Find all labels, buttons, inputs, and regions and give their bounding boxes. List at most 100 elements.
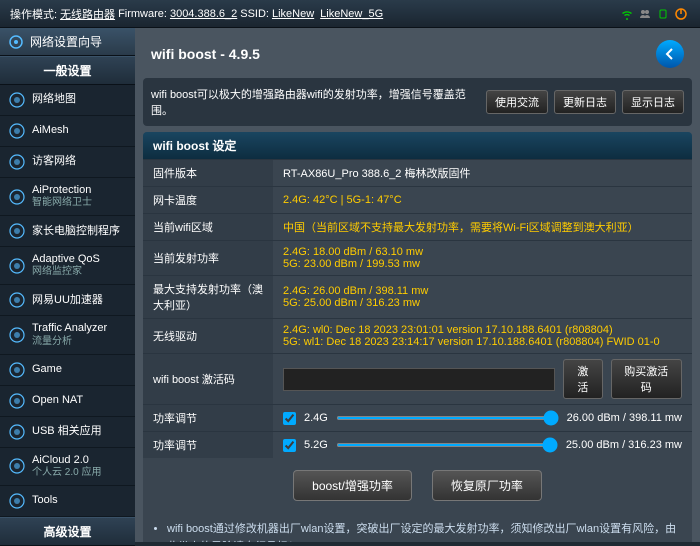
sidebar-item-sublabel: 网络监控家 xyxy=(32,266,100,278)
sidebar-item-label: 访客网络 xyxy=(32,155,76,168)
sidebar-item-globe[interactable]: 网络地图 xyxy=(0,85,135,116)
qos-icon xyxy=(8,257,26,275)
curpwr-value: 2.4G: 18.00 dBm / 63.10 mw5G: 23.00 dBm … xyxy=(273,241,692,276)
fw-label: 固件版本 xyxy=(143,160,273,187)
temp-label: 网卡温度 xyxy=(143,187,273,214)
usage-button[interactable]: 使用交流 xyxy=(486,90,548,114)
note-item: wifi boost通过修改机器出厂wlan设置，突破出厂设定的最大发射功率，须… xyxy=(167,521,682,542)
ssid-label: SSID: xyxy=(240,8,269,20)
wizard-button[interactable]: 网络设置向导 xyxy=(0,28,135,56)
description-text: wifi boost可以极大的增强路由器wifi的发射功率，增强信号覆盖范围。 xyxy=(151,86,480,118)
curpwr-label: 当前发射功率 xyxy=(143,241,273,276)
sidebar-item-uu[interactable]: 网易UU加速器 xyxy=(0,285,135,316)
sidebar-item-parent[interactable]: 家长电脑控制程序 xyxy=(0,216,135,247)
sidebar-item-label: Tools xyxy=(32,494,58,507)
sidebar-item-label: Game xyxy=(32,363,62,376)
power-icon[interactable] xyxy=(674,7,688,21)
sidebar-item-sublabel: 流量分析 xyxy=(32,336,107,348)
driver-label: 无线驱动 xyxy=(143,319,273,354)
activate-button[interactable]: 激活 xyxy=(563,359,602,399)
sidebar-item-sublabel: 个人云 2.0 应用 xyxy=(32,467,101,479)
buy-code-button[interactable]: 购买激活码 xyxy=(611,359,682,399)
tools-icon xyxy=(8,492,26,510)
wizard-icon xyxy=(8,34,24,50)
sidebar-item-label: Traffic Analyzer xyxy=(32,322,107,335)
guest-icon xyxy=(8,153,26,171)
sidebar-item-label: Open NAT xyxy=(32,394,83,407)
sidebar-item-label: 网易UU加速器 xyxy=(32,294,103,307)
sidebar-item-shield[interactable]: AiProtection智能网络卫士 xyxy=(0,178,135,216)
sidebar-item-label: AiProtection xyxy=(32,184,92,197)
shield-icon xyxy=(8,188,26,206)
sidebar-item-label: 家长电脑控制程序 xyxy=(32,225,120,238)
sidebar-item-label: AiCloud 2.0 xyxy=(32,454,101,467)
adj5-checkbox[interactable] xyxy=(283,439,296,452)
adj24-checkbox[interactable] xyxy=(283,412,296,425)
uu-icon xyxy=(8,291,26,309)
wifi-icon[interactable] xyxy=(620,7,634,21)
fw-value: RT-AX86U_Pro 388.6_2 梅林改版固件 xyxy=(273,160,692,187)
ssid1-link[interactable]: LikeNew xyxy=(272,8,314,20)
update-log-button[interactable]: 更新日志 xyxy=(554,90,616,114)
show-log-button[interactable]: 显示日志 xyxy=(622,90,684,114)
back-button[interactable] xyxy=(656,40,684,68)
sidebar-item-guest[interactable]: 访客网络 xyxy=(0,147,135,178)
sidebar-item-nat[interactable]: Open NAT xyxy=(0,386,135,417)
sidebar-item-label: 网络地图 xyxy=(32,93,76,106)
main-content: wifi boost - 4.9.5 wifi boost可以极大的增强路由器w… xyxy=(135,28,700,542)
fw-link[interactable]: 3004.388.6_2 xyxy=(170,8,237,20)
adj24-value: 26.00 dBm / 398.11 mw xyxy=(567,412,682,424)
adj5-band: 5.2G xyxy=(304,439,328,451)
adj24-slider[interactable] xyxy=(336,416,559,420)
sidebar-item-game[interactable]: Game xyxy=(0,355,135,386)
sidebar: 网络设置向导 一般设置 网络地图 AiMesh 访客网络 AiProtection智能… xyxy=(0,28,135,542)
adj5-label: 功率调节 xyxy=(143,432,273,459)
activation-label: wifi boost 激活码 xyxy=(143,354,273,405)
sidebar-item-label: Adaptive QoS xyxy=(32,253,100,266)
game-icon xyxy=(8,361,26,379)
sidebar-item-qos[interactable]: Adaptive QoS网络监控家 xyxy=(0,247,135,285)
sidebar-item-label: USB 相关应用 xyxy=(32,425,102,438)
settings-panel: wifi boost 设定 固件版本RT-AX86U_Pro 388.6_2 梅… xyxy=(143,132,692,542)
temp-value: 2.4G: 42°C | 5G-1: 47°C xyxy=(273,187,692,214)
adj24-band: 2.4G xyxy=(304,412,328,424)
maxpwr-label: 最大支持发射功率（澳大利亚） xyxy=(143,276,273,319)
usb-icon[interactable] xyxy=(656,7,670,21)
driver-value: 2.4G: wl0: Dec 18 2023 23:01:01 version … xyxy=(273,319,692,354)
fw-label: Firmware: xyxy=(118,8,167,20)
back-arrow-icon xyxy=(662,46,678,62)
globe-icon xyxy=(8,91,26,109)
adj5-value: 25.00 dBm / 316.23 mw xyxy=(566,439,682,451)
top-bar: 操作模式: 无线路由器 Firmware: 3004.388.6_2 SSID:… xyxy=(0,0,700,28)
notes-list: wifi boost通过修改机器出厂wlan设置，突破出厂设定的最大发射功率，须… xyxy=(143,513,692,542)
sidebar-item-label: AiMesh xyxy=(32,124,69,137)
category-advanced: 高级设置 xyxy=(0,517,135,546)
panel-header: wifi boost 设定 xyxy=(143,132,692,159)
sidebar-item-cloud[interactable]: AiCloud 2.0个人云 2.0 应用 xyxy=(0,448,135,486)
ssid2-link[interactable]: LikeNew_5G xyxy=(320,8,383,20)
sidebar-item-sublabel: 智能网络卫士 xyxy=(32,197,92,209)
activation-input[interactable] xyxy=(283,368,555,391)
mode-label: 操作模式: xyxy=(10,6,57,22)
boost-button[interactable]: boost/增强功率 xyxy=(293,470,412,501)
usb-icon xyxy=(8,423,26,441)
wizard-label: 网络设置向导 xyxy=(30,33,102,50)
cloud-icon xyxy=(8,457,26,475)
adj5-slider[interactable] xyxy=(336,443,558,447)
sidebar-item-tools[interactable]: Tools xyxy=(0,486,135,517)
page-title: wifi boost - 4.9.5 xyxy=(151,46,260,62)
adj24-label: 功率调节 xyxy=(143,405,273,432)
restore-button[interactable]: 恢复原厂功率 xyxy=(432,470,542,501)
sidebar-item-usb[interactable]: USB 相关应用 xyxy=(0,417,135,448)
traffic-icon xyxy=(8,326,26,344)
sidebar-item-mesh[interactable]: AiMesh xyxy=(0,116,135,147)
region-label: 当前wifi区域 xyxy=(143,214,273,241)
parent-icon xyxy=(8,222,26,240)
mesh-icon xyxy=(8,122,26,140)
description-row: wifi boost可以极大的增强路由器wifi的发射功率，增强信号覆盖范围。 … xyxy=(143,78,692,126)
category-general: 一般设置 xyxy=(0,56,135,85)
sidebar-item-traffic[interactable]: Traffic Analyzer流量分析 xyxy=(0,316,135,354)
nat-icon xyxy=(8,392,26,410)
mode-link[interactable]: 无线路由器 xyxy=(60,6,115,22)
users-icon[interactable] xyxy=(638,7,652,21)
